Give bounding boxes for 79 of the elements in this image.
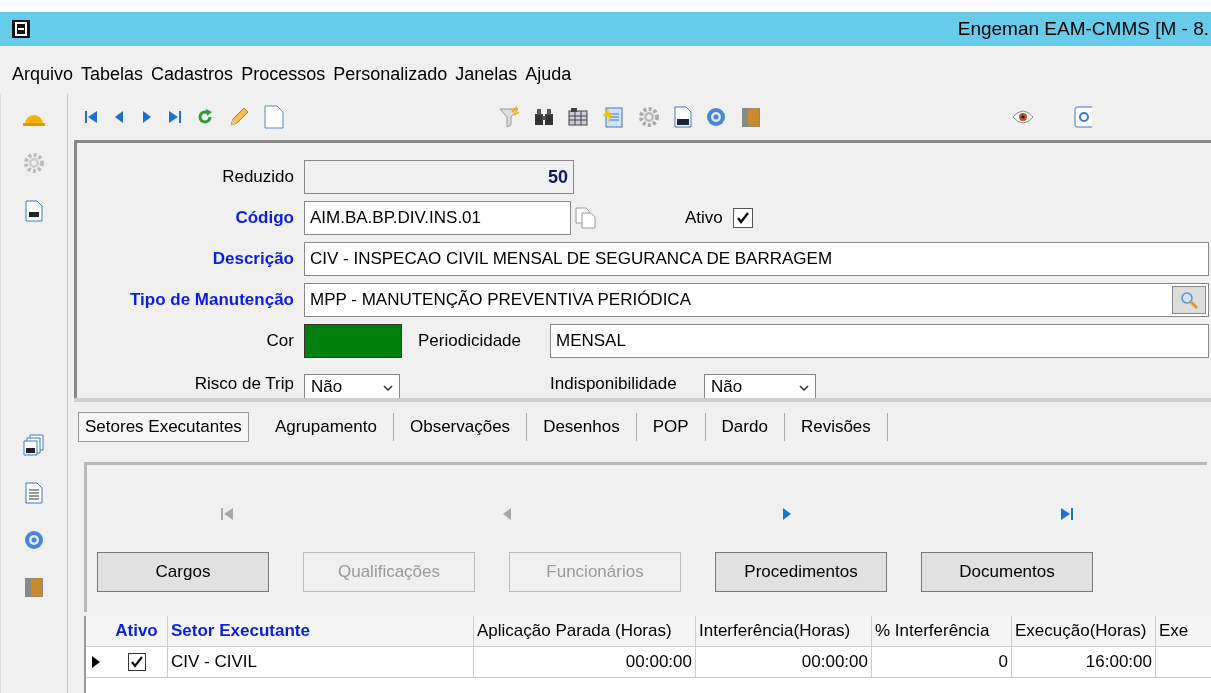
color-swatch[interactable] — [304, 324, 402, 358]
tab[interactable]: Agrupamento — [258, 413, 394, 441]
tab[interactable]: Observações — [393, 413, 528, 441]
help-icon[interactable] — [24, 530, 44, 550]
tab[interactable]: Desenhos — [527, 413, 637, 441]
binoculars-icon[interactable] — [534, 108, 554, 126]
column-header[interactable]: Execução(Horas) — [1012, 616, 1156, 646]
field-label: Periodicidade — [418, 331, 522, 351]
action-button[interactable]: Cargos — [97, 552, 269, 592]
search-icon — [1179, 290, 1199, 310]
field-label: Código — [234, 208, 295, 228]
tab[interactable]: Setores Executantes — [78, 412, 249, 442]
table-cell: CIV - CIVIL — [168, 647, 474, 677]
table-icon[interactable] — [568, 108, 588, 126]
column-header[interactable]: Setor Executante — [168, 616, 474, 646]
search-icon[interactable] — [1074, 106, 1092, 128]
pencil-icon[interactable] — [228, 106, 250, 128]
tab[interactable]: POP — [636, 413, 706, 441]
active-checkbox[interactable] — [127, 653, 146, 671]
menu-item[interactable]: Ajuda — [525, 63, 572, 85]
help-icon[interactable] — [706, 107, 726, 127]
app-logo-icon — [12, 20, 30, 38]
field-label: Ativo — [685, 208, 723, 228]
menu-item[interactable]: Arquivo — [12, 63, 74, 85]
action-button[interactable]: Documentos — [921, 552, 1093, 592]
menu-item[interactable]: Janelas — [455, 63, 518, 85]
column-header[interactable]: Exe — [1156, 616, 1211, 646]
document-icon[interactable] — [25, 200, 43, 222]
unavailability-dropdown[interactable]: Não — [704, 374, 816, 398]
gear-icon[interactable] — [638, 106, 660, 128]
table-cell: 00:00:00 — [474, 647, 696, 677]
menu-item[interactable]: Tabelas — [81, 63, 144, 85]
lookup-button[interactable] — [1172, 286, 1206, 314]
column-header[interactable]: % Interferência — [872, 616, 1012, 646]
door-icon[interactable] — [23, 576, 45, 598]
hard-hat-icon[interactable] — [23, 112, 45, 126]
gear-icon[interactable] — [23, 152, 45, 174]
description-field[interactable]: CIV - INSPECAO CIVIL MENSAL DE SEGURANCA DE BARRAGEM — [304, 242, 1209, 276]
column-header[interactable]: Interferência(Horas) — [696, 616, 872, 646]
funnel-icon[interactable] — [498, 106, 520, 128]
refresh-icon[interactable] — [196, 108, 214, 126]
field-label: Tipo de Manutenção — [128, 290, 295, 310]
door-icon[interactable] — [740, 106, 762, 128]
chevron-down-icon — [799, 385, 809, 391]
menu-item[interactable]: Personalizado — [333, 63, 448, 85]
menu-item[interactable]: Cadastros — [151, 63, 234, 85]
column-header[interactable]: Ativo — [106, 616, 168, 646]
text-document-icon[interactable] — [25, 482, 43, 504]
table-cell: 0 — [872, 647, 1012, 677]
maintenance-type-field[interactable]: MPP - MANUTENÇÃO PREVENTIVA PERIÓDICA — [304, 283, 1209, 317]
trip-risk-dropdown[interactable]: Não — [304, 374, 400, 398]
periodicity-field[interactable]: MENSAL — [550, 324, 1209, 358]
notes-icon[interactable] — [602, 106, 624, 128]
last-record-icon[interactable] — [168, 110, 182, 124]
reduzido-field: 50 — [304, 160, 574, 194]
field-label: Reduzido — [221, 167, 295, 187]
tab[interactable]: Revisões — [784, 413, 888, 441]
chevron-down-icon — [383, 385, 393, 391]
active-checkbox[interactable] — [732, 208, 753, 228]
eye-icon[interactable] — [1012, 110, 1034, 124]
action-button[interactable]: Procedimentos — [715, 552, 887, 592]
blank-page-icon[interactable] — [264, 105, 284, 129]
field-value: MPP - MANUTENÇÃO PREVENTIVA PERIÓDICA — [310, 290, 692, 310]
column-header[interactable]: Aplicação Parada (Horas) — [474, 616, 696, 646]
table-cell: 00:00:00 — [696, 647, 872, 677]
field-label: Descrição — [211, 249, 295, 269]
tab[interactable]: Dardo — [705, 413, 785, 441]
field-label: Indisponibilidade — [550, 374, 678, 394]
copy-icon[interactable] — [575, 207, 597, 229]
first-record-icon[interactable] — [84, 110, 98, 124]
menu-item[interactable]: Processos — [241, 63, 326, 85]
code-field[interactable]: AIM.BA.BP.DIV.INS.01 — [304, 201, 571, 235]
document-icon[interactable] — [674, 106, 692, 128]
field-label: Cor — [265, 331, 295, 351]
field-label: Risco de Trip — [193, 374, 295, 394]
window-title: Engeman EAM-CMMS [M - 8. — [957, 18, 1209, 40]
table-cell: 16:00:00 — [1012, 647, 1156, 677]
stacked-documents-icon[interactable] — [23, 434, 45, 456]
last-record-icon[interactable] — [1060, 507, 1074, 521]
